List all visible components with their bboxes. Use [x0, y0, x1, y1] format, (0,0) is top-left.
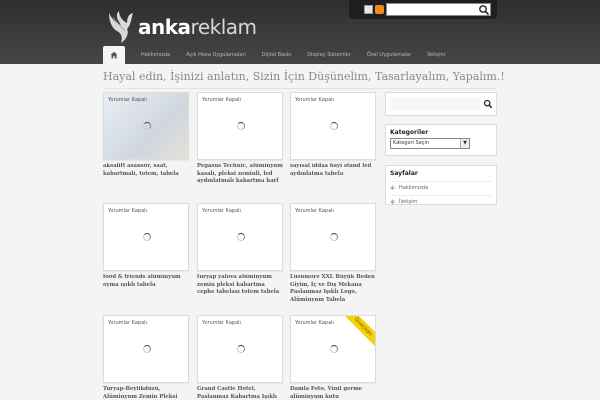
- comments-closed-label: Yorumlar Kapalı: [295, 208, 334, 214]
- comments-closed-label: Yorumlar Kapalı: [108, 320, 147, 326]
- checkbox-icon[interactable]: [364, 5, 373, 14]
- search-icon[interactable]: [483, 99, 493, 109]
- post-thumbnail[interactable]: Yorumlar Kapalı: [103, 92, 189, 160]
- category-select[interactable]: Kategori Seçin ▼: [390, 138, 470, 149]
- loading-spinner-icon: [330, 122, 338, 130]
- nav-item-display[interactable]: Display Sistemler: [307, 46, 351, 64]
- home-icon: [110, 51, 118, 59]
- comments-closed-label: Yorumlar Kapalı: [108, 208, 147, 214]
- loading-spinner-icon: [237, 122, 245, 130]
- post-card[interactable]: Yorumlar Kapalı Lüsumore XXL Büyük Beden…: [290, 203, 376, 304]
- post-title[interactable]: Grand Castle Hotel, Paslanmaz Kabartma I…: [197, 386, 283, 400]
- logo-wordmark: ankareklam: [138, 15, 257, 39]
- post-title[interactable]: Turyap-Beylikdüzü, Alüminyum Zemin Pleks…: [103, 386, 189, 400]
- nav-item-dijital-baski[interactable]: Dijital Baskı: [262, 46, 291, 64]
- post-title[interactable]: aksalift asansör, saat, kabartmalı, tote…: [103, 163, 189, 178]
- comments-closed-label: Yorumlar Kapalı: [202, 208, 241, 214]
- post-title[interactable]: sayısal iddaa bayi stand led aydınlatma …: [290, 163, 376, 178]
- pages-widget: Sayfalar ✱ Hakkımızda ✱ İletişim: [385, 165, 497, 206]
- loading-spinner-icon: [330, 345, 338, 353]
- nav-home[interactable]: [103, 46, 125, 64]
- post-thumbnail[interactable]: Yorumlar Kapalı: [103, 315, 189, 383]
- loading-spinner-icon: [237, 233, 245, 241]
- loading-spinner-icon: [330, 233, 338, 241]
- divider: [103, 88, 497, 89]
- category-select-value: Kategori Seçin: [393, 140, 430, 146]
- nav-item-ozel[interactable]: Özel Uygulamalar: [367, 46, 411, 64]
- categories-widget: Kategoriler Kategori Seçin ▼: [385, 124, 497, 156]
- list-item[interactable]: ✱ İletişim: [390, 195, 492, 209]
- featured-badge: Öneçıkan: [341, 316, 375, 349]
- site-header: ankareklam Hakkımızda Açık Hava Uygulama…: [0, 0, 600, 64]
- post-card[interactable]: Yorumlar Kapalı turyap yalova alüminyum …: [197, 203, 283, 297]
- star-icon: ✱: [390, 199, 396, 206]
- post-thumbnail[interactable]: Yorumlar Kapalı: [290, 203, 376, 271]
- phoenix-logo-icon: [109, 11, 133, 43]
- post-title[interactable]: Damla Foto, Vinil germe alüminyum kutu: [290, 386, 376, 400]
- widget-title: Sayfalar: [390, 170, 418, 177]
- comments-closed-label: Yorumlar Kapalı: [202, 320, 241, 326]
- loading-spinner-icon: [143, 122, 151, 130]
- post-title[interactable]: food & friends alüminyum oyma ışıklı tab…: [103, 274, 189, 289]
- post-card[interactable]: Yorumlar Kapalı Grand Castle Hotel, Pasl…: [197, 315, 283, 400]
- post-thumbnail[interactable]: Yorumlar Kapalı: [290, 92, 376, 160]
- sidebar-search-input[interactable]: [390, 98, 480, 110]
- post-thumbnail[interactable]: Yorumlar Kapalı: [103, 203, 189, 271]
- post-title[interactable]: Lüsumore XXL Büyük Beden Giyim, İç ve Dı…: [290, 274, 376, 304]
- post-thumbnail[interactable]: Yorumlar Kapalı: [197, 92, 283, 160]
- page-tagline: Hayal edin, İşinizi anlatın, Sizin İçin …: [103, 70, 505, 83]
- loading-spinner-icon: [143, 345, 151, 353]
- post-thumbnail[interactable]: Yorumlar Kapalı Öneçıkan: [290, 315, 376, 383]
- loading-spinner-icon: [237, 345, 245, 353]
- pages-list: ✱ Hakkımızda ✱ İletişim: [386, 179, 496, 213]
- post-card[interactable]: Yorumlar Kapalı Pegasus Technic, alüminy…: [197, 92, 283, 186]
- post-card[interactable]: Yorumlar Kapalı sayısal iddaa bayi stand…: [290, 92, 376, 178]
- search-icon[interactable]: [478, 4, 490, 16]
- post-title[interactable]: turyap yalova alüminyum zemin pleksi kab…: [197, 274, 283, 297]
- list-item[interactable]: ✱ Hakkımızda: [390, 181, 492, 195]
- post-card[interactable]: Yorumlar Kapalı food & friends alüminyum…: [103, 203, 189, 289]
- comments-closed-label: Yorumlar Kapalı: [295, 97, 334, 103]
- nav-item-acik-hava[interactable]: Açık Hava Uygulamaları: [186, 46, 246, 64]
- comments-closed-label: Yorumlar Kapalı: [108, 97, 147, 103]
- chevron-down-icon: ▼: [460, 139, 469, 148]
- rss-icon[interactable]: [375, 5, 384, 14]
- main-nav: Hakkımızda Açık Hava Uygulamaları Dijita…: [103, 46, 497, 64]
- comments-closed-label: Yorumlar Kapalı: [202, 97, 241, 103]
- post-card[interactable]: Yorumlar Kapalı Öneçıkan Damla Foto, Vin…: [290, 315, 376, 400]
- post-thumbnail[interactable]: Yorumlar Kapalı: [197, 203, 283, 271]
- comments-closed-label: Yorumlar Kapalı: [295, 320, 334, 326]
- nav-item-iletisim[interactable]: İletişim: [427, 46, 445, 64]
- post-card[interactable]: Yorumlar Kapalı aksalift asansör, saat, …: [103, 92, 189, 178]
- post-title[interactable]: Pegasus Technic, alüminyum kasalı, pleks…: [197, 163, 283, 186]
- sidebar-search: [385, 92, 497, 116]
- site-logo[interactable]: ankareklam: [103, 8, 257, 46]
- star-icon: ✱: [390, 185, 396, 192]
- loading-spinner-icon: [143, 233, 151, 241]
- post-card[interactable]: Yorumlar Kapalı Turyap-Beylikdüzü, Alümi…: [103, 315, 189, 400]
- nav-item-hakkimizda[interactable]: Hakkımızda: [141, 46, 170, 64]
- header-search-input[interactable]: [386, 3, 491, 16]
- post-thumbnail[interactable]: Yorumlar Kapalı: [197, 315, 283, 383]
- widget-title: Kategoriler: [390, 129, 429, 136]
